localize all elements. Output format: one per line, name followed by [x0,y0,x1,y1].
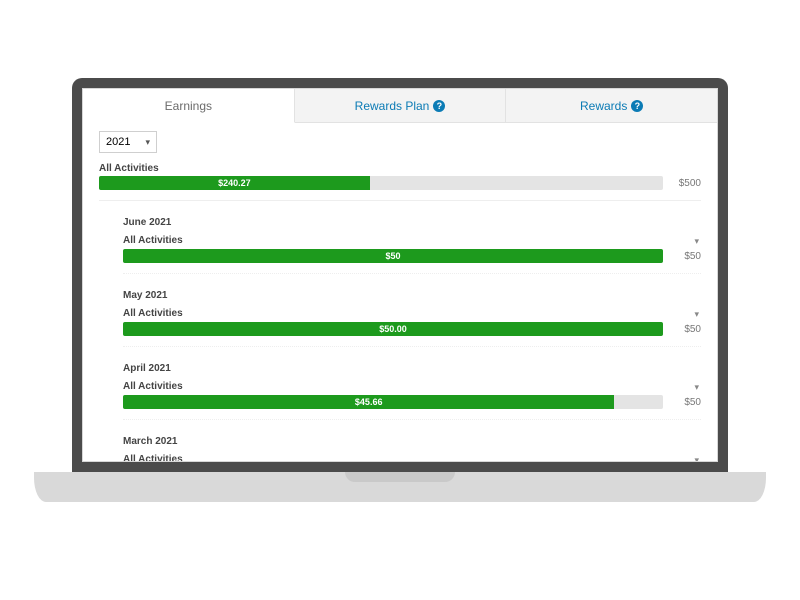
summary-bar-row: $240.27 $500 [99,176,701,190]
help-icon[interactable]: ? [631,100,643,112]
month-bar-row: $45.66 $50 [123,395,701,409]
year-select[interactable]: 2021 ▾ [99,131,157,153]
month-bar-max: $50 [671,397,701,408]
tab-rewards-label: Rewards [580,99,627,113]
month-sublabel: All Activities [123,454,183,461]
month-bar-fill: $50 [123,249,663,263]
tab-earnings-label: Earnings [165,99,212,113]
chevron-down-icon[interactable]: ▾ [692,380,701,395]
chevron-down-icon[interactable]: ▾ [692,234,701,249]
tabs: Earnings Rewards Plan ? Rewards ? [83,89,717,123]
month-bar-max: $50 [671,251,701,262]
help-icon[interactable]: ? [433,100,445,112]
month-bar-row: $50.00 $50 [123,322,701,336]
month-bar-track: $50.00 [123,322,663,336]
month-sublabel: All Activities [123,308,183,319]
tab-earnings[interactable]: Earnings [83,89,295,123]
month-bar-fill: $50.00 [123,322,663,336]
year-select-value: 2021 [106,136,130,148]
summary-bar-track: $240.27 [99,176,663,190]
month-bar-max: $50 [671,324,701,335]
month-title: June 2021 [123,217,701,228]
month-bar-track: $45.66 [123,395,663,409]
chevron-down-icon[interactable]: ▾ [692,453,701,461]
summary-label: All Activities [99,163,701,174]
tab-rewards[interactable]: Rewards ? [506,89,717,122]
laptop-bezel: Earnings Rewards Plan ? Rewards ? 2021 ▾… [72,78,728,472]
chevron-down-icon[interactable]: ▾ [692,307,701,322]
month-title: April 2021 [123,363,701,374]
earnings-panel: 2021 ▾ All Activities $240.27 $500 June … [83,123,717,461]
month-bar-track: $50 [123,249,663,263]
month-sublabel: All Activities [123,235,183,246]
month-block: March 2021All Activities▾$21.05$50 [123,436,701,461]
month-block: May 2021 All Activities ▾ $50.00 $50 [123,290,701,347]
month-bar-fill: $45.66 [123,395,614,409]
month-bar-row: $50 $50 [123,249,701,263]
month-title: March 2021 [123,436,701,447]
month-block: April 2021 All Activities ▾ $45.66 $50 [123,363,701,420]
months-container: June 2021 All Activities ▾ $50 $50 May 2021 Al… [99,217,701,461]
laptop-base [34,472,766,502]
month-sublabel: All Activities [123,381,183,392]
summary-block: All Activities $240.27 $500 [99,163,701,201]
month-title: May 2021 [123,290,701,301]
chevron-down-icon: ▾ [145,137,150,148]
month-block: June 2021 All Activities ▾ $50 $50 [123,217,701,274]
tab-rewards-plan[interactable]: Rewards Plan ? [295,89,507,122]
summary-bar-fill: $240.27 [99,176,370,190]
tab-rewards-plan-label: Rewards Plan [355,99,430,113]
summary-bar-max: $500 [671,178,701,189]
app-screen: Earnings Rewards Plan ? Rewards ? 2021 ▾… [82,88,718,462]
